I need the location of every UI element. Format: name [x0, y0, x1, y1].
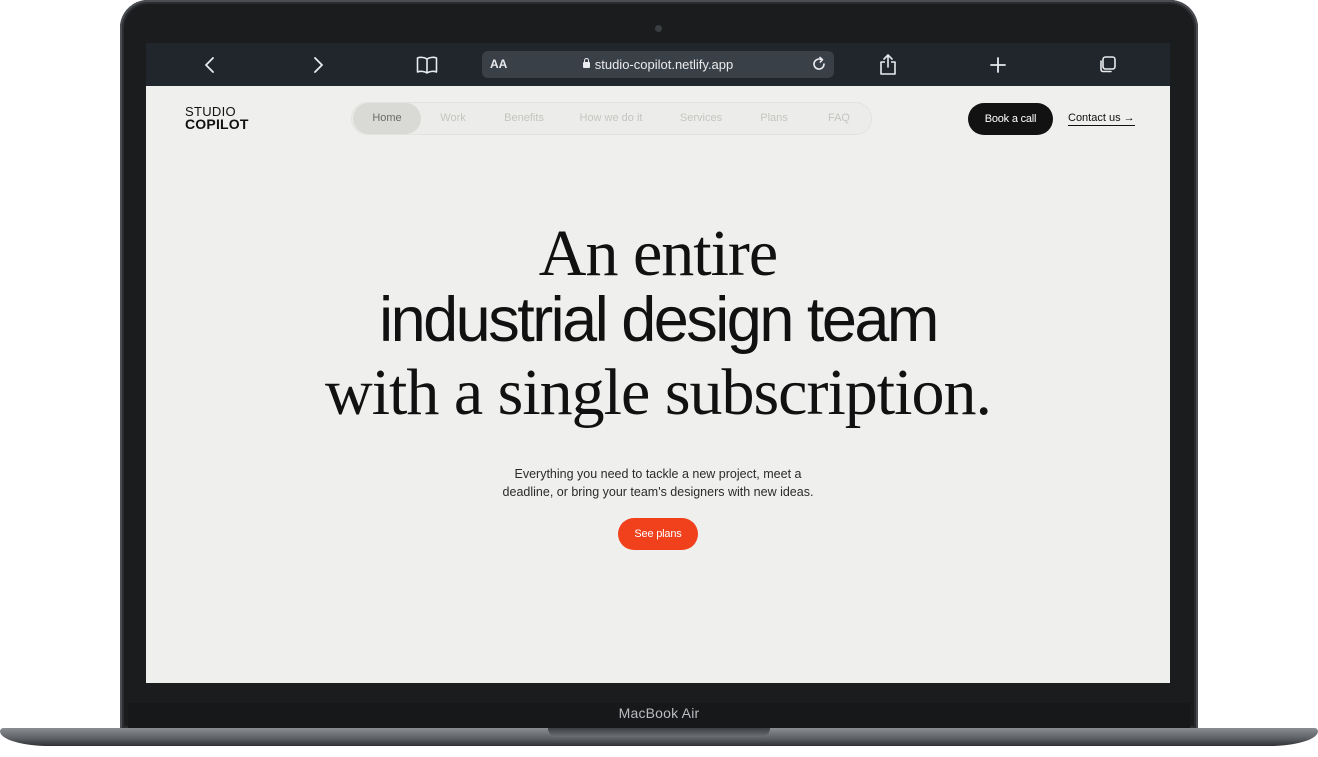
reload-icon[interactable] [810, 55, 828, 73]
book-a-call-button[interactable]: Book a call [968, 103, 1053, 135]
device-label: MacBook Air [618, 705, 700, 721]
browser-toolbar: AA studio-copilot.netlify.app [146, 43, 1170, 86]
hero-heading-line-2: industrial design team [379, 285, 939, 355]
share-icon[interactable] [875, 52, 901, 78]
hero-subtitle: Everything you need to tackle a new proj… [146, 465, 1170, 501]
nav-how-we-do-it[interactable]: How we do it [576, 103, 646, 134]
url-text: studio-copilot.netlify.app [594, 57, 734, 72]
address-bar[interactable]: AA studio-copilot.netlify.app [482, 51, 834, 78]
nav-work[interactable]: Work [432, 103, 474, 134]
nav-faq[interactable]: FAQ [820, 103, 858, 134]
tabs-overview-icon[interactable] [1094, 52, 1120, 78]
main-nav: Home Work Benefits How we do it Services… [351, 102, 872, 135]
see-plans-button[interactable]: See plans [618, 518, 698, 550]
logo-line-2: COPILOT [185, 116, 249, 132]
nav-home[interactable]: Home [353, 103, 421, 134]
camera-dot [655, 25, 662, 32]
new-tab-icon[interactable] [985, 52, 1011, 78]
laptop-opening-notch [548, 728, 770, 737]
nav-benefits[interactable]: Benefits [498, 103, 550, 134]
contact-us-link[interactable]: Contact us → [1068, 112, 1135, 126]
hero-subtitle-line-1: Everything you need to tackle a new proj… [514, 467, 802, 481]
browser-screen: AA studio-copilot.netlify.app STUDIO COP… [146, 43, 1170, 683]
lock-icon [582, 58, 590, 68]
nav-plans[interactable]: Plans [753, 103, 795, 134]
forward-icon[interactable] [305, 52, 331, 78]
hero-heading-line-1: An entire [538, 217, 778, 290]
hero-heading-line-3: with a single subscription. [325, 356, 992, 429]
hero-subtitle-line-2: deadline, or bring your team's designers… [502, 485, 814, 499]
studio-copilot-logo[interactable]: STUDIO COPILOT [185, 105, 249, 131]
bookmarks-icon[interactable] [414, 52, 440, 78]
nav-services[interactable]: Services [675, 103, 727, 134]
back-icon[interactable] [197, 52, 223, 78]
